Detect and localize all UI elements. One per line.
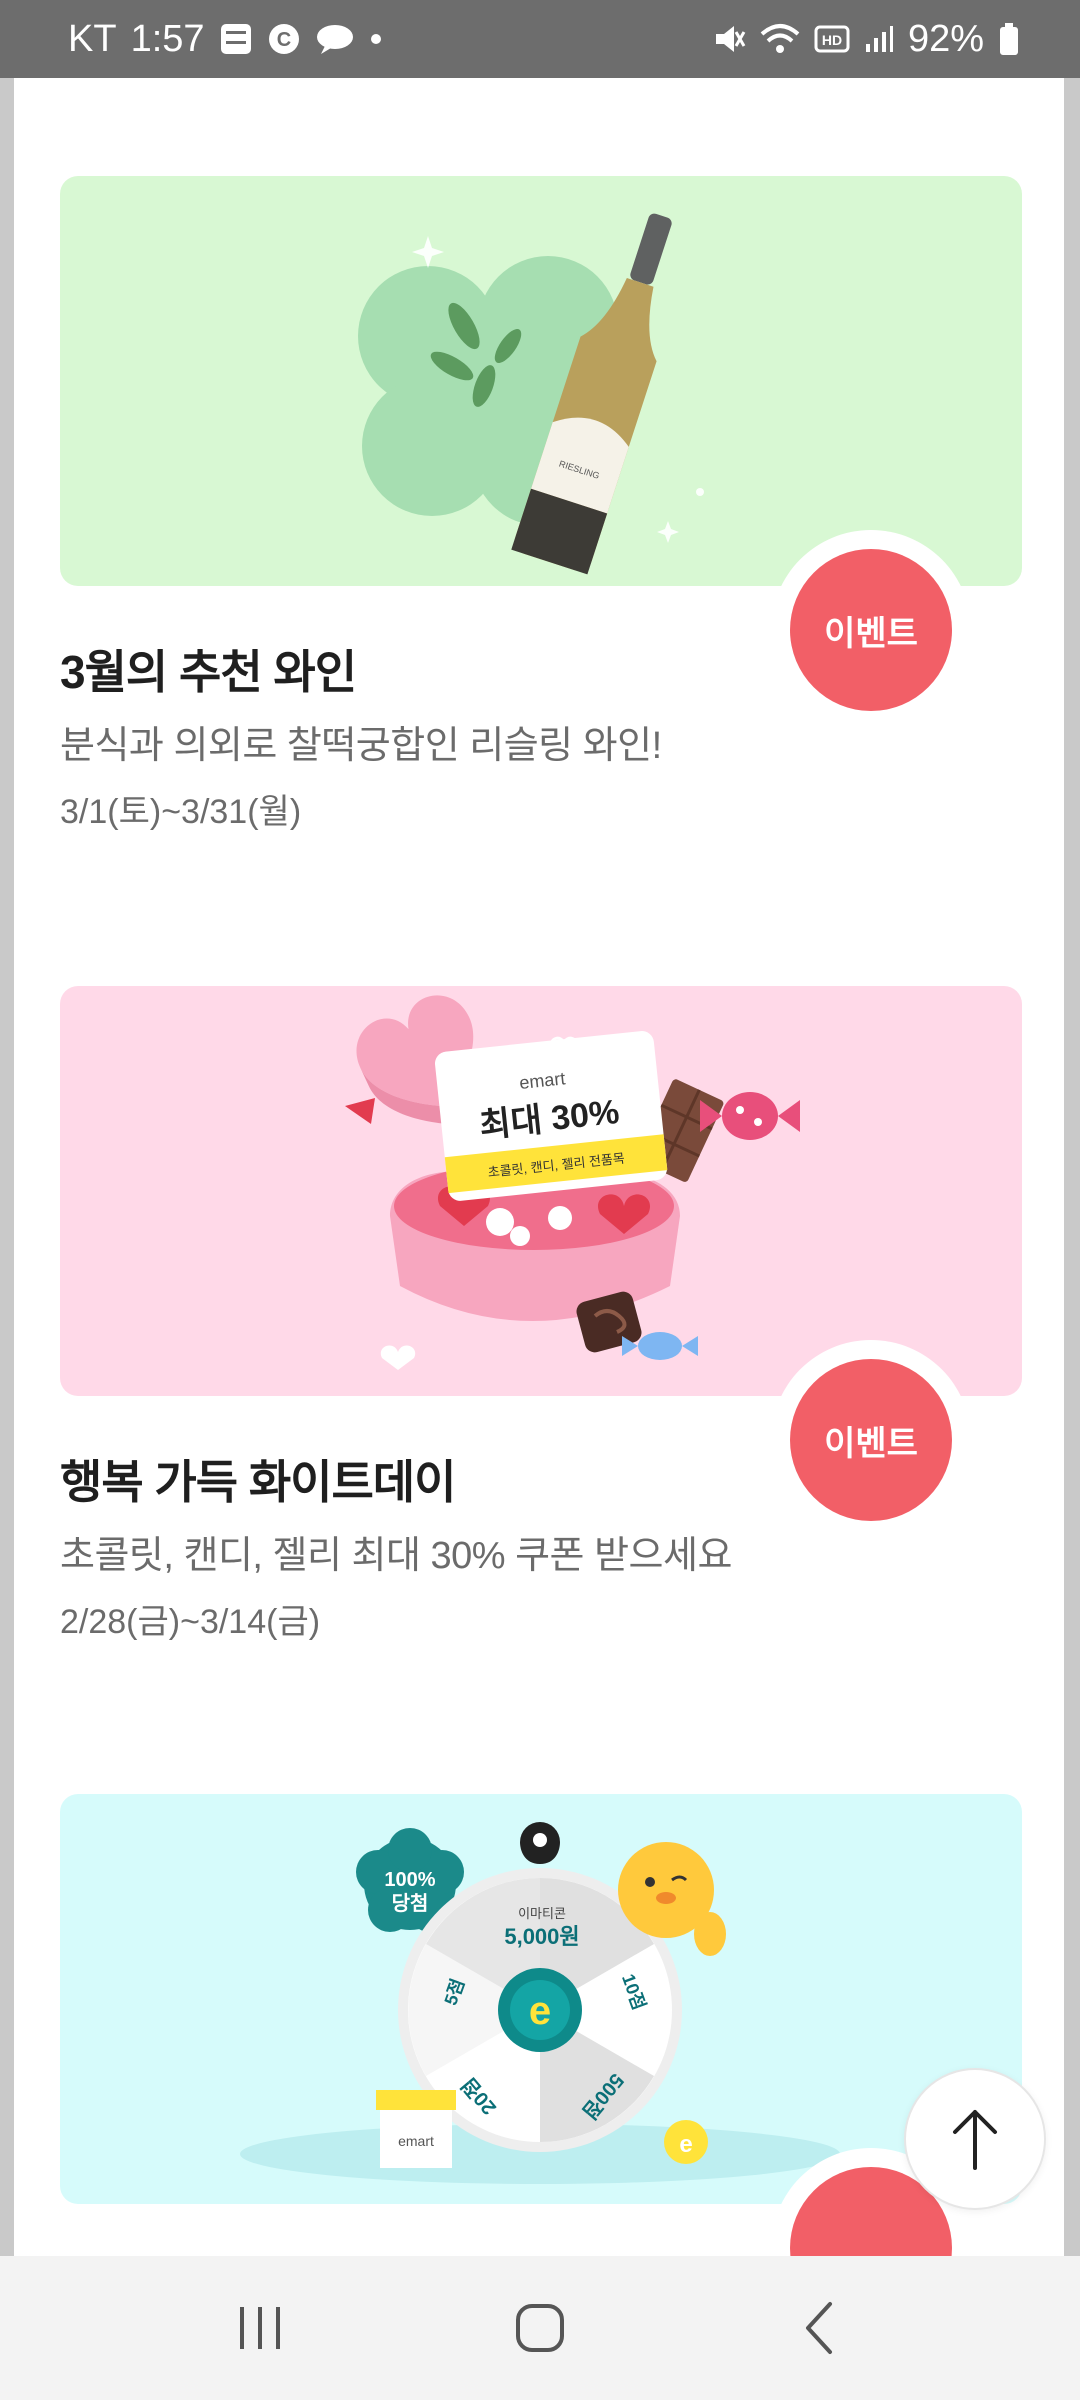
wifi-icon	[760, 22, 800, 56]
pay-icon	[219, 22, 253, 56]
card-subtitle: 초콜릿, 캔디, 젤리 최대 30% 쿠폰 받으세요	[60, 1535, 732, 1577]
home-button[interactable]	[480, 2278, 600, 2378]
wheel-top-value: 5,000원	[504, 1924, 579, 1949]
wheel-top-label: 이마티콘	[518, 1906, 566, 1921]
coin-letter: e	[679, 2131, 692, 2158]
event-badge[interactable]: 이벤트	[790, 549, 952, 711]
event-badge-label: 이벤트	[824, 614, 918, 653]
event-banner-whiteday[interactable]: emart 최대 30% 초콜릿, 캔디, 젤리 전품목	[60, 986, 1022, 1396]
battery-percent: 92%	[907, 17, 984, 60]
wine-illustration: RIESLING	[358, 213, 704, 575]
event-banner-roulette[interactable]: 100% 당첨 이마티콘 5,000원 10점 500점 20점 5점 e em…	[60, 1794, 1022, 2204]
back-icon	[806, 2302, 832, 2354]
carrier: KT	[68, 17, 117, 60]
roulette-illustration: 100% 당첨 이마티콘 5,000원 10점 500점 20점 5점 e em…	[240, 1822, 840, 2184]
whiteday-illustration: emart 최대 30% 초콜릿, 캔디, 젤리 전품목	[345, 995, 800, 1370]
back-button[interactable]	[760, 2278, 880, 2378]
dot-icon	[369, 32, 383, 46]
clock: 1:57	[130, 17, 205, 60]
talk-icon	[315, 22, 355, 56]
signal-icon	[864, 24, 894, 54]
home-icon	[516, 2304, 564, 2352]
svg-text:C: C	[276, 29, 290, 51]
wheel-center: e	[529, 1989, 551, 2033]
svg-text:HD: HD	[822, 32, 842, 48]
card-subtitle: 분식과 의외로 찰떡궁합인 리슬링 와인!	[60, 725, 662, 767]
status-bar: KT 1:57 C HD 92%	[0, 0, 1080, 78]
burst-text-2: 당첨	[392, 1892, 429, 1915]
card-date: 2/28(금)~3/14(금)	[60, 1603, 321, 1641]
card-title: 3월의 추천 와인	[60, 646, 357, 698]
navigation-bar	[0, 2256, 1080, 2400]
box-brand: emart	[398, 2133, 434, 2149]
scroll-top-button[interactable]	[904, 2068, 1046, 2210]
mute-icon	[712, 22, 746, 56]
arrow-up-icon	[953, 2110, 997, 2170]
page: RIESLING 이벤트 3월의 추천 와인 분식과 의외로 찰떡궁합인 리슬링…	[14, 0, 1064, 2400]
recent-apps-icon	[240, 2307, 280, 2349]
burst-text-1: 100%	[384, 1869, 435, 1891]
recent-apps-button[interactable]	[200, 2278, 320, 2378]
c-app-icon: C	[267, 22, 301, 56]
card-date: 3/1(토)~3/31(월)	[60, 793, 302, 831]
event-badge[interactable]: 이벤트	[790, 1359, 952, 1521]
battery-icon	[998, 22, 1020, 56]
card-title: 행복 가득 화이트데이	[60, 1456, 456, 1508]
hd-icon: HD	[814, 24, 850, 54]
event-badge-label: 이벤트	[824, 1424, 918, 1463]
event-banner-wine[interactable]: RIESLING	[60, 176, 1022, 586]
